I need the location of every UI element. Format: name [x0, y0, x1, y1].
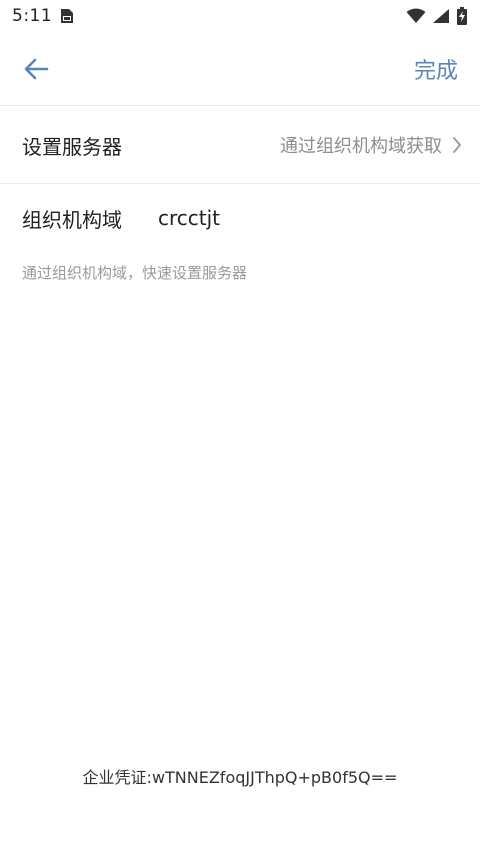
wifi-icon — [406, 8, 426, 24]
server-setting-value: 通过组织机构域获取 — [280, 136, 442, 157]
status-right — [406, 7, 468, 25]
back-button[interactable] — [20, 53, 52, 85]
status-bar: 5:11 — [0, 0, 480, 32]
status-left: 5:11 — [12, 6, 74, 26]
server-setting-label: 设置服务器 — [22, 134, 122, 159]
server-setting-row[interactable]: 设置服务器 通过组织机构域获取 — [0, 107, 480, 184]
chevron-right-icon — [452, 136, 462, 154]
cellular-signal-icon — [432, 8, 450, 24]
org-domain-input[interactable] — [158, 201, 448, 235]
app-bar: 完成 — [0, 32, 480, 106]
hint-text: 通过组织机构域，快速设置服务器 — [22, 264, 248, 282]
status-time: 5:11 — [12, 6, 53, 26]
sim-card-icon — [60, 8, 74, 24]
org-domain-row: 组织机构域 — [0, 185, 480, 251]
server-setting-value-group: 通过组织机构域获取 — [280, 132, 462, 158]
arrow-left-icon — [23, 58, 49, 80]
enterprise-credential: 企业凭证:wTNNEZfoqJJThpQ+pB0f5Q== — [82, 768, 398, 787]
org-domain-label: 组织机构域 — [22, 207, 122, 232]
done-button[interactable]: 完成 — [414, 53, 458, 85]
battery-charging-icon — [456, 7, 468, 25]
